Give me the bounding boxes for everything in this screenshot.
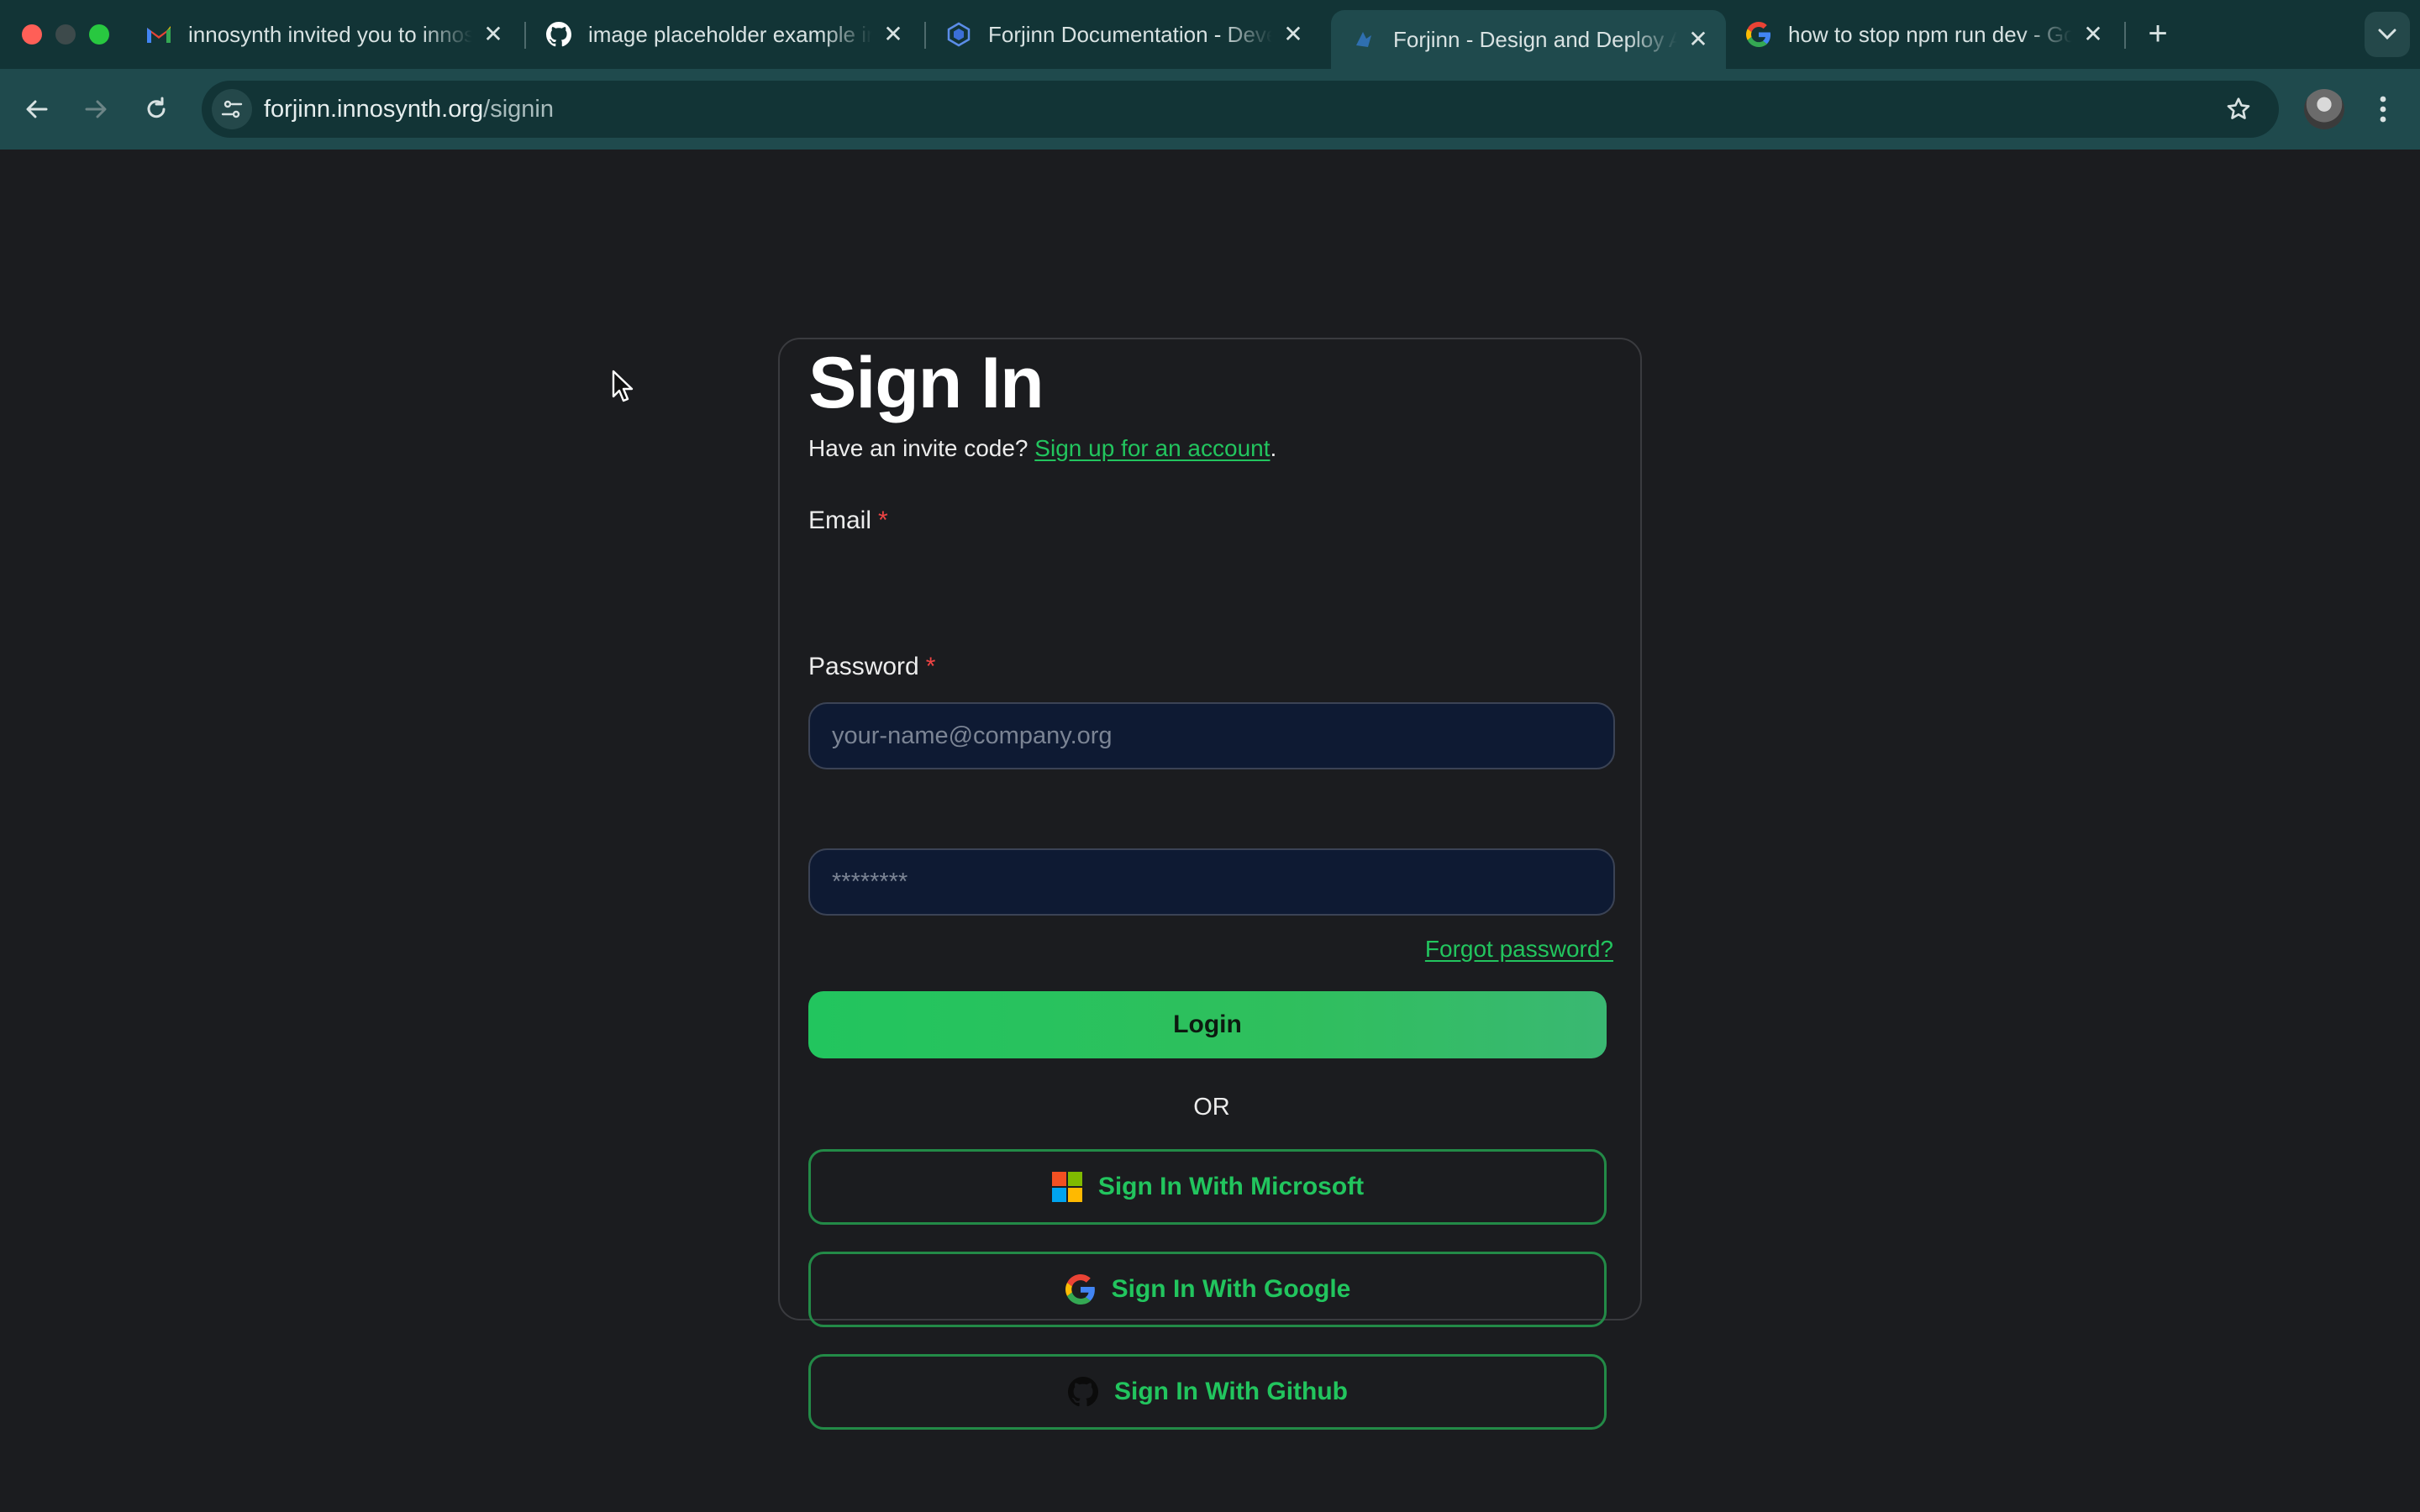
url-text[interactable]: forjinn.innosynth.org/signin [264,81,554,138]
tab-github[interactable]: image placeholder example in markdown ✕ [526,10,921,59]
password-label: Password * [808,650,935,684]
tab-strip: innosynth invited you to innosynth ✕ ima… [0,0,2420,69]
star-icon [2227,97,2250,119]
mouse-cursor-icon [612,370,635,407]
tab-title: how to stop npm run dev - Google [1788,21,2072,47]
signin-google-label: Sign In With Google [1111,1275,1351,1303]
close-tab-icon[interactable]: ✕ [2081,22,2106,47]
invite-period: . [1270,435,1277,461]
bookmark-button[interactable] [2220,91,2257,128]
maximize-window-button[interactable] [89,24,109,45]
url-path: /signin [483,96,554,123]
tab-search-button[interactable] [2365,12,2410,57]
more-vertical-icon [2380,96,2386,123]
signin-google-button[interactable]: Sign In With Google [808,1252,1607,1327]
profile-avatar[interactable] [2304,89,2344,129]
tab-title: Forjinn Documentation - Developer [988,21,1272,47]
close-tab-icon[interactable]: ✕ [1686,27,1711,52]
login-button[interactable]: Login [808,991,1607,1058]
arrow-right-icon [85,100,107,118]
tune-icon [221,100,243,118]
signin-microsoft-label: Sign In With Microsoft [1097,1173,1365,1200]
email-label-text: Email [808,507,872,534]
forward-button[interactable] [74,87,118,131]
or-divider: OR [1193,1094,1230,1121]
tab-title: innosynth invited you to innosynth [188,21,472,47]
minimize-window-button[interactable] [55,24,76,45]
site-info-button[interactable] [212,89,252,129]
url-host: forjinn.innosynth.org [264,96,484,123]
reload-icon [147,97,166,118]
email-field[interactable] [808,702,1615,769]
browser-toolbar: forjinn.innosynth.org/signin [0,69,2420,150]
signin-microsoft-button[interactable]: Sign In With Microsoft [808,1149,1607,1225]
chevron-down-icon [2378,29,2396,40]
tab-forjinn-active[interactable]: Forjinn - Design and Deploy AI ✕ [1331,10,1726,69]
back-button[interactable] [15,87,59,131]
tab-forjinn-docs[interactable]: Forjinn Documentation - Developer ✕ [926,10,1321,59]
browser-menu-button[interactable] [2366,89,2400,129]
github-icon [1067,1376,1099,1408]
close-window-button[interactable] [22,24,42,45]
google-icon [1065,1273,1097,1305]
password-field[interactable] [808,848,1615,916]
tab-google[interactable]: how to stop npm run dev - Google ✕ [1726,10,2121,59]
tab-gmail[interactable]: innosynth invited you to innosynth ✕ [126,10,521,59]
reload-button[interactable] [134,87,178,131]
invite-prompt: Have an invite code? Sign up for an acco… [808,432,1276,465]
close-tab-icon[interactable]: ✕ [481,22,506,47]
signin-github-button[interactable]: Sign In With Github [808,1354,1607,1430]
close-tab-icon[interactable]: ✕ [881,22,906,47]
arrow-left-icon [26,100,48,118]
browser-window: innosynth invited you to innosynth ✕ ima… [0,0,2420,1512]
required-mark: * [925,653,936,680]
page-content: Sign In Have an invite code? Sign up for… [0,150,2420,1512]
invite-prompt-text: Have an invite code? [808,435,1028,461]
tab-separator [2124,22,2126,49]
tab-title: Forjinn - Design and Deploy AI [1393,26,1677,52]
forgot-password-link[interactable]: Forgot password? [1425,932,1613,966]
password-label-text: Password [808,653,919,680]
required-mark: * [878,507,888,534]
tab-title: image placeholder example in markdown [588,21,872,47]
signin-github-label: Sign In With Github [1114,1378,1348,1405]
microsoft-icon [1051,1171,1083,1203]
forjinn-docs-icon [946,22,971,47]
close-tab-icon[interactable]: ✕ [1281,22,1306,47]
forjinn-icon [1351,27,1376,52]
page-title: Sign In [808,343,1044,423]
signin-card: Sign In Have an invite code? Sign up for… [778,338,1642,1430]
address-bar[interactable]: forjinn.innosynth.org/signin [202,81,2279,138]
email-label: Email * [808,504,888,538]
google-icon [1746,22,1771,47]
gmail-icon [146,22,171,47]
github-icon [546,22,571,47]
new-tab-button[interactable]: + [2139,17,2176,54]
signup-link[interactable]: Sign up for an account [1034,435,1270,461]
